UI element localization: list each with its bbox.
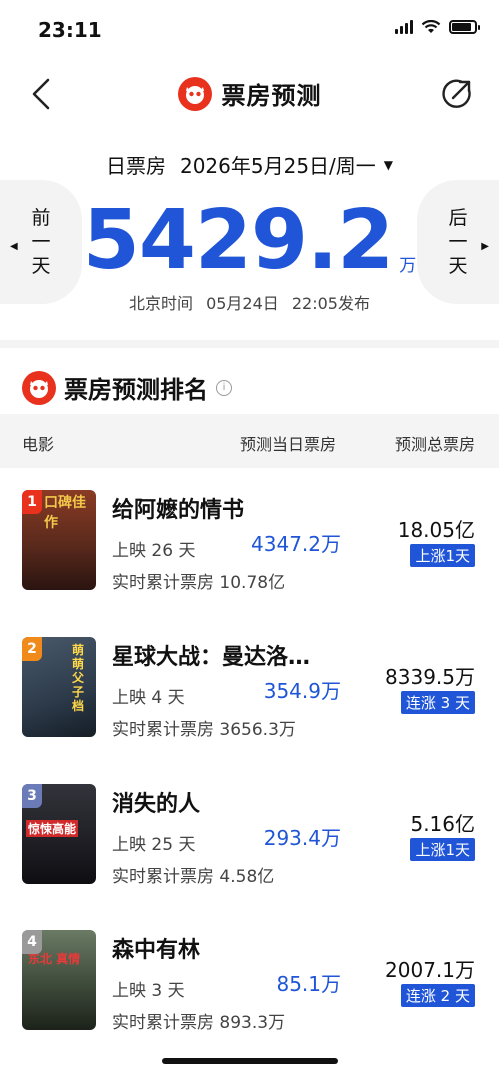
date-value[interactable]: 2026年5月25日/周一 bbox=[180, 150, 376, 179]
movie-days-showing: 上映 25 天 bbox=[112, 835, 196, 855]
movie-cumulative-box-office: 实时累计票房 10.78亿 bbox=[112, 573, 286, 593]
forecast-unit: 万 bbox=[399, 256, 417, 276]
poster-caption: 萌萌父子档 bbox=[72, 643, 85, 713]
table-row[interactable]: 惊悚高能 3 消失的人 上映 25 天 实时累计票房 4.58亿 293.4万 … bbox=[0, 784, 499, 930]
day-forecast-value: 4347.2万 bbox=[251, 532, 341, 556]
total-forecast-value: 18.05亿 bbox=[397, 518, 475, 542]
movie-days-showing: 上映 4 天 bbox=[112, 688, 185, 708]
nav-bar: 票房预测 bbox=[0, 62, 499, 128]
trend-badge: 连涨 3 天 bbox=[400, 691, 475, 714]
home-indicator[interactable] bbox=[162, 1058, 338, 1064]
trend-badge: 上涨1天 bbox=[410, 544, 475, 567]
movie-poster[interactable]: 东北 真情 4 bbox=[22, 930, 96, 1030]
rank-badge: 3 bbox=[22, 784, 42, 808]
table-row[interactable]: 萌萌父子档 2 星球大战：曼达洛… 上映 4 天 实时累计票房 3656.3万 … bbox=[0, 637, 499, 783]
movie-poster[interactable]: 萌萌父子档 2 bbox=[22, 637, 96, 737]
total-forecast-value: 2007.1万 bbox=[385, 958, 475, 982]
rank-badge: 2 bbox=[22, 637, 42, 661]
rank-badge: 1 bbox=[22, 490, 42, 514]
day-forecast-value: 354.9万 bbox=[263, 679, 341, 703]
movie-cumulative-box-office: 实时累计票房 893.3万 bbox=[112, 1013, 286, 1033]
status-bar: 23:11 bbox=[0, 0, 499, 56]
movie-title[interactable]: 给阿嬷的情书 bbox=[112, 492, 244, 524]
date-type-label: 日票房 bbox=[105, 154, 166, 178]
day-forecast-value: 85.1万 bbox=[276, 972, 341, 996]
forecast-value: 5429.2 bbox=[82, 193, 394, 288]
table-row[interactable]: 东北 真情 4 森中有林 上映 3 天 实时累计票房 893.3万 85.1万 … bbox=[0, 930, 499, 1076]
table-row[interactable]: 口碑佳作 1 给阿嬷的情书 上映 26 天 实时累计票房 10.78亿 4347… bbox=[0, 490, 499, 636]
column-header-total-forecast: 预测总票房 bbox=[394, 435, 475, 454]
forecast-total: 5429.2 万 bbox=[0, 196, 499, 286]
total-forecast-value: 5.16亿 bbox=[410, 812, 475, 836]
column-header-day-forecast: 预测当日票房 bbox=[240, 435, 337, 454]
day-forecast-value: 293.4万 bbox=[263, 826, 341, 850]
signal-icon bbox=[395, 20, 413, 34]
movie-title[interactable]: 星球大战：曼达洛… bbox=[112, 639, 310, 671]
info-icon[interactable]: i bbox=[216, 379, 232, 396]
maoyan-logo-icon bbox=[177, 76, 212, 111]
status-icons bbox=[395, 20, 480, 34]
poster-caption: 惊悚高能 bbox=[26, 820, 79, 837]
trend-badge: 上涨1天 bbox=[410, 838, 475, 861]
wifi-icon bbox=[421, 20, 441, 33]
movie-poster[interactable]: 惊悚高能 3 bbox=[22, 784, 96, 884]
caret-down-icon[interactable]: ▼ bbox=[384, 158, 393, 172]
rank-badge: 4 bbox=[22, 930, 42, 954]
divider bbox=[0, 340, 499, 348]
movie-title[interactable]: 消失的人 bbox=[112, 786, 200, 818]
movie-cumulative-box-office: 实时累计票房 3656.3万 bbox=[112, 720, 296, 740]
movie-days-showing: 上映 3 天 bbox=[112, 981, 185, 1001]
trend-badge: 连涨 2 天 bbox=[400, 984, 475, 1007]
battery-icon bbox=[449, 20, 480, 34]
movie-days-showing: 上映 26 天 bbox=[112, 541, 196, 561]
maoyan-logo-icon bbox=[22, 370, 56, 405]
section-title: 票房预测排名 bbox=[64, 376, 208, 404]
total-forecast-value: 8339.5万 bbox=[385, 665, 475, 689]
section-header: 票房预测排名 i bbox=[22, 370, 232, 405]
column-header-movie: 电影 bbox=[22, 435, 55, 454]
poster-caption: 口碑佳作 bbox=[44, 495, 86, 531]
status-time: 23:11 bbox=[38, 18, 102, 42]
movie-title[interactable]: 森中有林 bbox=[112, 932, 200, 964]
movie-poster[interactable]: 口碑佳作 1 bbox=[22, 490, 96, 590]
date-selector[interactable]: 日票房 2026年5月25日/周一 ▼ bbox=[0, 150, 499, 179]
share-icon[interactable] bbox=[439, 76, 475, 112]
publish-time: 北京时间 05月24日 22:05发布 bbox=[128, 294, 370, 313]
nav-title-group: 票房预测 bbox=[0, 76, 499, 111]
table-header: 电影 预测当日票房 预测总票房 bbox=[0, 414, 499, 468]
movie-cumulative-box-office: 实时累计票房 4.58亿 bbox=[112, 867, 275, 887]
page-title: 票房预测 bbox=[221, 82, 322, 110]
